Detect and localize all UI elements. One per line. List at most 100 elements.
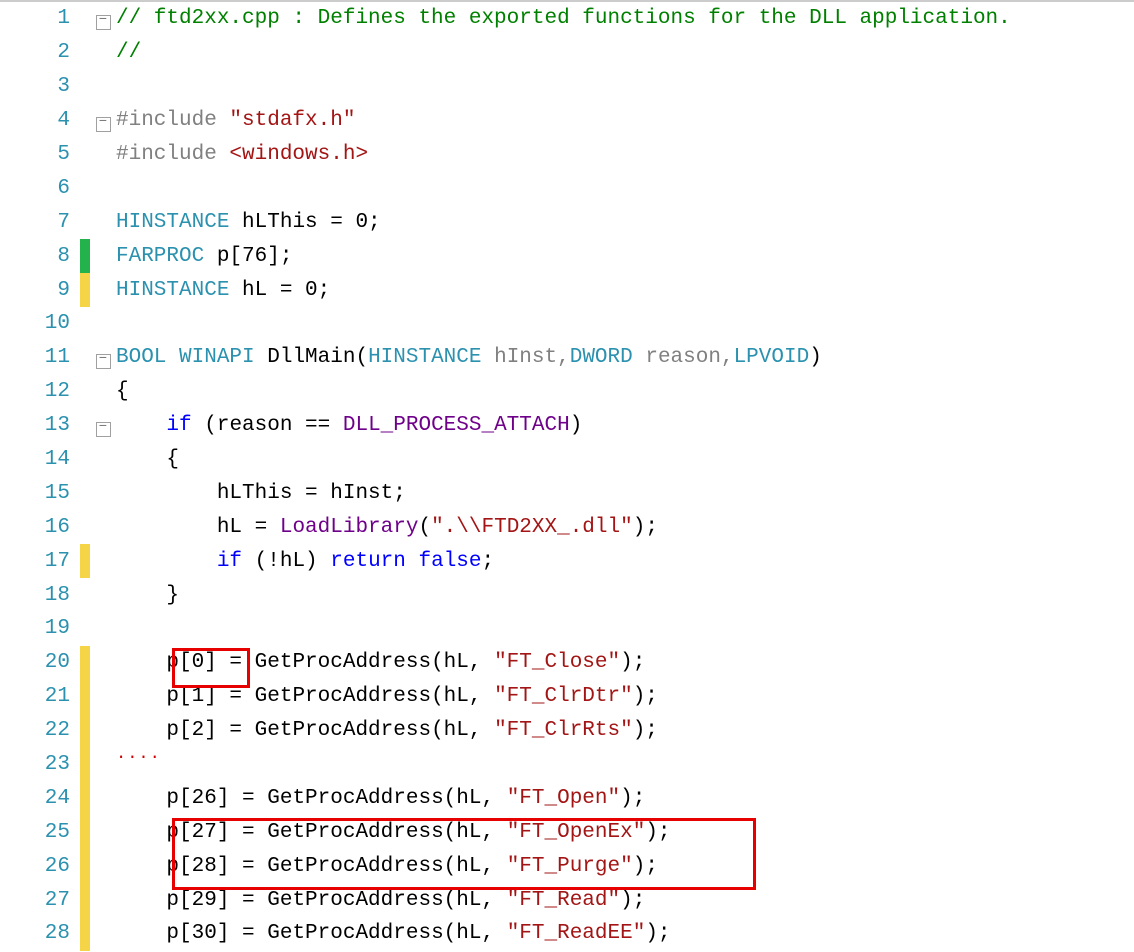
fold-toggle-icon[interactable] (96, 422, 111, 437)
plain-token: ; (482, 550, 495, 573)
plain-token: (reason == (204, 414, 343, 437)
diff-margin (80, 409, 90, 443)
code-text[interactable]: p[0] = GetProcAddress(hL, "FT_Close"); (116, 651, 645, 674)
indent (116, 787, 166, 810)
line-number: 19 (0, 617, 80, 640)
diff-margin (80, 578, 90, 612)
code-text[interactable]: if (reason == DLL_PROCESS_ATTACH) (116, 414, 582, 437)
diff-margin-modified (80, 748, 90, 782)
string-token: "stdafx.h" (229, 109, 355, 132)
code-text[interactable]: // (116, 41, 141, 64)
code-line[interactable]: 28 p[30] = GetProcAddress(hL, "FT_ReadEE… (0, 917, 1134, 951)
code-line[interactable]: 18 } (0, 578, 1134, 612)
code-text[interactable]: hLThis = hInst; (116, 482, 406, 505)
fold-toggle-icon[interactable] (96, 15, 111, 30)
plain-token: ); (620, 651, 645, 674)
fold-toggle-icon[interactable] (96, 354, 111, 369)
type-token: HINSTANCE (116, 211, 242, 234)
plain-token: (!hL) (255, 550, 331, 573)
type-token: HINSTANCE (368, 346, 494, 369)
code-line[interactable]: 25 p[27] = GetProcAddress(hL, "FT_OpenEx… (0, 815, 1134, 849)
code-text[interactable]: p[26] = GetProcAddress(hL, "FT_Open"); (116, 787, 645, 810)
string-token: "FT_Read" (507, 889, 620, 912)
code-text[interactable]: p[28] = GetProcAddress(hL, "FT_Purge"); (116, 855, 658, 878)
code-text[interactable]: p[29] = GetProcAddress(hL, "FT_Read"); (116, 889, 645, 912)
plain-token: p[29] = GetProcAddress(hL, (166, 889, 506, 912)
line-number: 24 (0, 787, 80, 810)
code-text[interactable]: } (116, 584, 179, 607)
comment-token: // (116, 41, 141, 64)
type-token: BOOL (116, 346, 179, 369)
code-text[interactable]: { (116, 448, 179, 471)
string-token: ".\\FTD2XX_.dll" (431, 516, 633, 539)
comment-token: // ftd2xx.cpp : Defines the exported fun… (116, 7, 1011, 30)
code-line[interactable]: 6 (0, 171, 1134, 205)
code-line[interactable]: 12 { (0, 375, 1134, 409)
code-line[interactable]: 27 p[29] = GetProcAddress(hL, "FT_Read")… (0, 883, 1134, 917)
string-token: "FT_ClrRts" (494, 719, 633, 742)
code-line[interactable]: 13 if (reason == DLL_PROCESS_ATTACH) (0, 409, 1134, 443)
code-line[interactable]: 17 if (!hL) return false; (0, 544, 1134, 578)
code-line[interactable]: 24 p[26] = GetProcAddress(hL, "FT_Open")… (0, 781, 1134, 815)
fold-margin[interactable] (90, 347, 116, 369)
diff-margin (80, 476, 90, 510)
code-line[interactable]: 23 .... (0, 748, 1134, 782)
line-number: 14 (0, 448, 80, 471)
fold-toggle-icon[interactable] (96, 117, 111, 132)
line-number: 4 (0, 109, 80, 132)
code-line[interactable]: 15 hLThis = hInst; (0, 476, 1134, 510)
code-line[interactable]: 7 HINSTANCE hLThis = 0; (0, 205, 1134, 239)
code-text[interactable]: { (116, 380, 129, 403)
code-line[interactable]: 5 #include <windows.h> (0, 138, 1134, 172)
code-text[interactable]: BOOL WINAPI DllMain(HINSTANCE hInst,DWOR… (116, 346, 822, 369)
code-editor[interactable]: 1 // ftd2xx.cpp : Defines the exported f… (0, 0, 1134, 951)
indent (116, 651, 166, 674)
plain-token: ); (645, 821, 670, 844)
code-line[interactable]: 26 p[28] = GetProcAddress(hL, "FT_Purge"… (0, 849, 1134, 883)
code-text[interactable]: .... (116, 753, 161, 776)
code-line[interactable]: 2 // (0, 36, 1134, 70)
type-token: DWORD (570, 346, 646, 369)
code-line[interactable]: 9 HINSTANCE hL = 0; (0, 273, 1134, 307)
code-line[interactable]: 1 // ftd2xx.cpp : Defines the exported f… (0, 2, 1134, 36)
code-line[interactable]: 21 p[1] = GetProcAddress(hL, "FT_ClrDtr"… (0, 680, 1134, 714)
code-line[interactable]: 11 BOOL WINAPI DllMain(HINSTANCE hInst,D… (0, 341, 1134, 375)
fold-margin[interactable] (90, 415, 116, 437)
diff-margin-modified (80, 714, 90, 748)
type-token: WINAPI (179, 346, 267, 369)
type-token: LPVOID (734, 346, 810, 369)
code-line[interactable]: 4 #include "stdafx.h" (0, 104, 1134, 138)
code-text[interactable]: if (!hL) return false; (116, 550, 494, 573)
code-text[interactable]: p[27] = GetProcAddress(hL, "FT_OpenEx"); (116, 821, 671, 844)
code-line[interactable]: 3 (0, 70, 1134, 104)
diff-margin (80, 443, 90, 477)
code-text[interactable]: HINSTANCE hL = 0; (116, 279, 330, 302)
code-text[interactable]: #include "stdafx.h" (116, 109, 355, 132)
code-text[interactable]: HINSTANCE hLThis = 0; (116, 211, 381, 234)
code-line[interactable]: 10 (0, 307, 1134, 341)
line-number: 25 (0, 821, 80, 844)
code-text[interactable]: p[1] = GetProcAddress(hL, "FT_ClrDtr"); (116, 685, 658, 708)
fold-margin[interactable] (90, 110, 116, 132)
code-text[interactable]: // ftd2xx.cpp : Defines the exported fun… (116, 7, 1011, 30)
code-line[interactable]: 20 p[0] = GetProcAddress(hL, "FT_Close")… (0, 646, 1134, 680)
code-line[interactable]: 14 { (0, 443, 1134, 477)
code-text[interactable]: hL = LoadLibrary(".\\FTD2XX_.dll"); (116, 516, 658, 539)
plain-token: p[26] = GetProcAddress(hL, (166, 787, 506, 810)
fold-margin[interactable] (90, 8, 116, 30)
string-token: "FT_ClrDtr" (494, 685, 633, 708)
code-line[interactable]: 19 (0, 612, 1134, 646)
code-text[interactable]: FARPROC p[76]; (116, 245, 292, 268)
code-line[interactable]: 8 FARPROC p[76]; (0, 239, 1134, 273)
diff-margin-modified (80, 680, 90, 714)
diff-margin-modified (80, 781, 90, 815)
keyword-token: return (330, 550, 418, 573)
code-line[interactable]: 22 p[2] = GetProcAddress(hL, "FT_ClrRts"… (0, 714, 1134, 748)
diff-margin-modified (80, 646, 90, 680)
code-line[interactable]: 16 hL = LoadLibrary(".\\FTD2XX_.dll"); (0, 510, 1134, 544)
code-text[interactable]: p[30] = GetProcAddress(hL, "FT_ReadEE"); (116, 922, 671, 945)
plain-token: p[0] = GetProcAddress(hL, (166, 651, 494, 674)
code-text[interactable]: #include <windows.h> (116, 143, 368, 166)
line-number: 12 (0, 380, 80, 403)
code-text[interactable]: p[2] = GetProcAddress(hL, "FT_ClrRts"); (116, 719, 658, 742)
